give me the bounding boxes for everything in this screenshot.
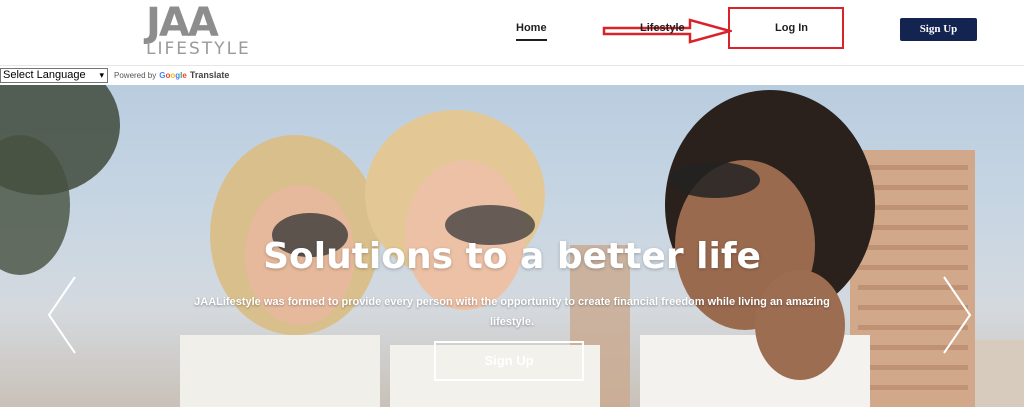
nav-lifestyle-link[interactable]: Lifestyle (640, 22, 685, 34)
language-select[interactable]: Select Language ▾ (0, 67, 108, 83)
nav-login-link[interactable]: Log In (775, 22, 808, 34)
hero-carousel: Solutions to a better life JAALifestyle … (0, 85, 1024, 407)
chevron-right-icon[interactable] (940, 275, 974, 355)
hero-signup-button[interactable]: Sign Up (434, 341, 584, 381)
logo-mark: JAA (146, 0, 219, 46)
google-logo: Google (159, 70, 187, 80)
jaa-lifestyle-logo[interactable]: JAA LIFESTYLE (142, 0, 249, 60)
powered-by-label: Powered by (114, 70, 157, 80)
chevron-down-icon: ▾ (99, 69, 104, 80)
translate-link[interactable]: Translate (190, 70, 230, 80)
google-translate-bar: Select Language ▾ Powered by Google Tran… (0, 67, 229, 83)
chevron-left-icon[interactable] (45, 275, 79, 355)
hero-subtitle: JAALifestyle was formed to provide every… (194, 296, 830, 328)
header-signup-button[interactable]: Sign Up (900, 18, 977, 41)
site-header: JAA LIFESTYLE Home Lifestyle Log In Sign… (0, 0, 1024, 66)
language-select-value: Select Language (3, 68, 86, 81)
nav-home-link[interactable]: Home (516, 22, 547, 41)
hero-title: Solutions to a better life (263, 236, 761, 277)
logo-wordmark: LIFESTYLE (146, 39, 251, 59)
